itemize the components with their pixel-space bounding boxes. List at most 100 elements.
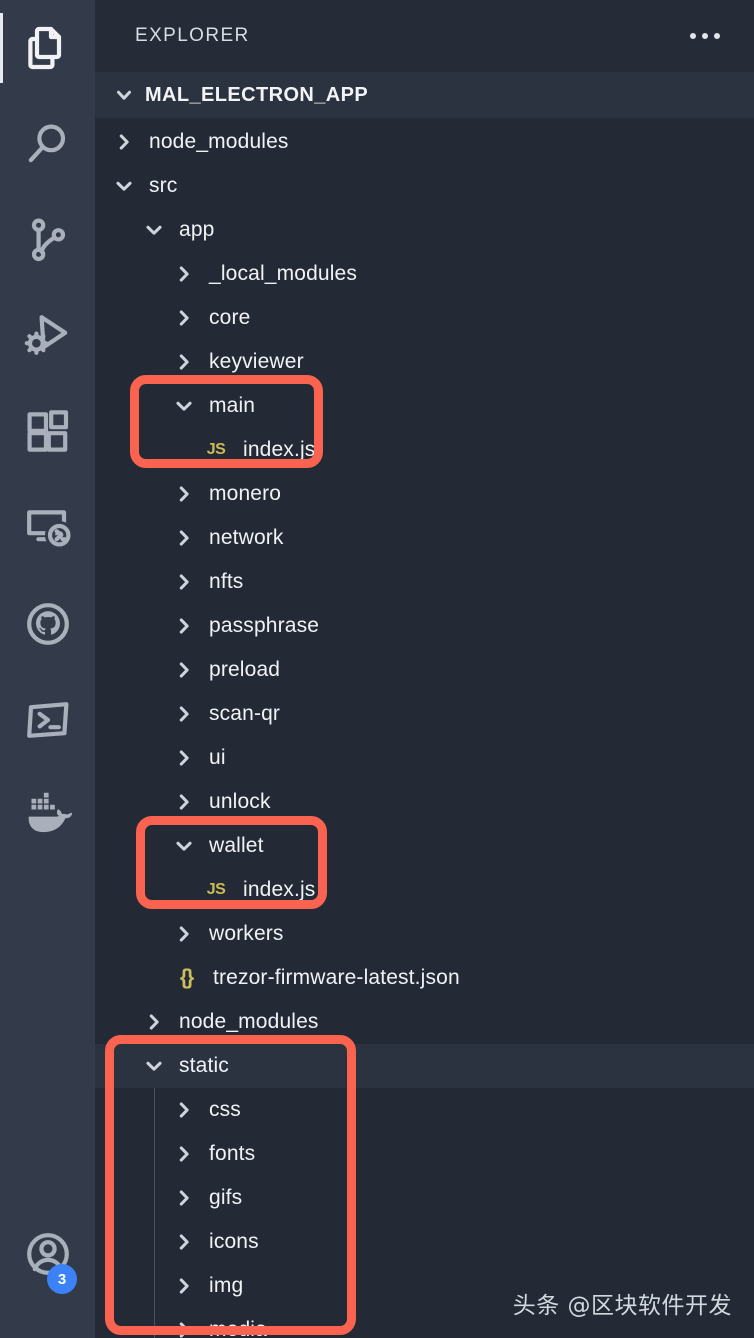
docker-icon [24,792,72,840]
chevron-right-icon[interactable] [169,571,199,593]
tree-row-label: passphrase [209,614,320,637]
js-file-icon: JS [206,881,226,898]
tree-folder-row[interactable]: app [95,208,754,252]
tree-row-label: _local_modules [209,262,358,285]
activity-item-search[interactable] [0,96,95,192]
chevron-right-icon[interactable] [169,1275,199,1297]
tree-row-label: gifs [209,1186,243,1209]
tree-row-label: workers [209,922,284,945]
json-file-icon: {} [179,966,194,989]
chevron-right-icon[interactable] [139,1011,169,1033]
tree-folder-row[interactable]: gifs [95,1176,754,1220]
tree-folder-row[interactable]: icons [95,1220,754,1264]
tree-folder-row[interactable]: node_modules [95,1000,754,1044]
root-folder-row[interactable]: MAL_ELECTRON_APP [95,72,754,118]
tree-row-label: img [209,1274,244,1297]
tree-folder-row[interactable]: workers [95,912,754,956]
activity-item-explorer[interactable] [0,0,95,96]
tree-folder-row[interactable]: src [95,164,754,208]
tree-row-label: ui [209,746,226,769]
tree-row-label: wallet [209,834,264,857]
tree-folder-row[interactable]: nfts [95,560,754,604]
tree-row-label: keyviewer [209,350,304,373]
tree-row-label: node_modules [179,1010,319,1033]
activity-item-docker[interactable] [0,768,95,864]
chevron-right-icon[interactable] [169,307,199,329]
indent-guide [154,1088,155,1338]
chevron-right-icon[interactable] [169,1143,199,1165]
chevron-right-icon[interactable] [169,527,199,549]
chevron-down-icon[interactable] [139,219,169,241]
tree-folder-row[interactable]: static [95,1044,754,1088]
source-control-icon [24,216,72,264]
chevron-down-icon[interactable] [109,175,139,197]
chevron-right-icon[interactable] [109,131,139,153]
tree-folder-row[interactable]: passphrase [95,604,754,648]
tree-folder-row[interactable]: ui [95,736,754,780]
tree-row-label: node_modules [149,130,289,153]
ellipsis-icon[interactable] [686,25,724,47]
chevron-right-icon[interactable] [169,263,199,285]
extensions-icon [24,408,72,456]
vscode-window: 3 EXPLORER MAL_ELECTRON_APP node_modules… [0,0,754,1338]
tree-folder-row[interactable]: preload [95,648,754,692]
tree-row-label: static [179,1054,229,1077]
github-icon [24,600,72,648]
tree-row-label: icons [209,1230,259,1253]
tree-row-label: monero [209,482,282,505]
tree-folder-row[interactable]: unlock [95,780,754,824]
tree-row-label: fonts [209,1142,256,1165]
explorer-sidebar: EXPLORER MAL_ELECTRON_APP node_modules sr… [95,0,754,1338]
activity-item-extensions[interactable] [0,384,95,480]
tree-folder-row[interactable]: scan-qr [95,692,754,736]
search-icon [24,120,72,168]
chevron-right-icon[interactable] [169,1099,199,1121]
file-tree: node_modules src app _local_modules core keyv… [95,118,754,1338]
chevron-down-icon[interactable] [169,835,199,857]
chevron-right-icon[interactable] [169,351,199,373]
chevron-right-icon[interactable] [169,1187,199,1209]
tree-folder-row[interactable]: network [95,516,754,560]
tree-folder-row[interactable]: core [95,296,754,340]
tree-folder-row[interactable]: main [95,384,754,428]
tree-folder-row[interactable]: node_modules [95,120,754,164]
activity-item-remote-explorer[interactable] [0,480,95,576]
tree-folder-row[interactable]: keyviewer [95,340,754,384]
chevron-right-icon[interactable] [169,923,199,945]
tree-folder-row[interactable]: wallet [95,824,754,868]
chevron-right-icon[interactable] [169,1231,199,1253]
activity-item-run-and-debug[interactable] [0,288,95,384]
root-folder-label: MAL_ELECTRON_APP [145,83,369,106]
tree-row-label: trezor-firmware-latest.json [213,966,460,989]
tree-folder-row[interactable]: _local_modules [95,252,754,296]
js-file-icon: JS [206,441,226,458]
tree-folder-row[interactable]: monero [95,472,754,516]
chevron-down-icon[interactable] [109,84,139,106]
tree-row-label: unlock [209,790,271,813]
tree-folder-row[interactable]: fonts [95,1132,754,1176]
activity-item-terminal[interactable] [0,672,95,768]
activity-item-github[interactable] [0,576,95,672]
chevron-down-icon[interactable] [169,395,199,417]
chevron-right-icon[interactable] [169,615,199,637]
tree-row-label: index.js [243,878,316,901]
chevron-down-icon[interactable] [139,1055,169,1077]
chevron-right-icon[interactable] [169,483,199,505]
chevron-right-icon[interactable] [169,703,199,725]
chevron-right-icon[interactable] [169,747,199,769]
terminal-icon [24,696,72,744]
chevron-right-icon[interactable] [169,791,199,813]
tree-row-label: nfts [209,570,244,593]
tree-row-label: network [209,526,284,549]
tree-row-label: media [209,1318,267,1338]
tree-file-row[interactable]: JS index.js [95,868,754,912]
tree-file-row[interactable]: JS index.js [95,428,754,472]
tree-folder-row[interactable]: css [95,1088,754,1132]
chevron-right-icon[interactable] [169,1319,199,1338]
chevron-right-icon[interactable] [169,659,199,681]
tree-file-row[interactable]: {} trezor-firmware-latest.json [95,956,754,1000]
tree-row-label: scan-qr [209,702,281,725]
activity-item-account[interactable]: 3 [0,1206,95,1302]
tree-row-label: preload [209,658,281,681]
activity-item-source-control[interactable] [0,192,95,288]
